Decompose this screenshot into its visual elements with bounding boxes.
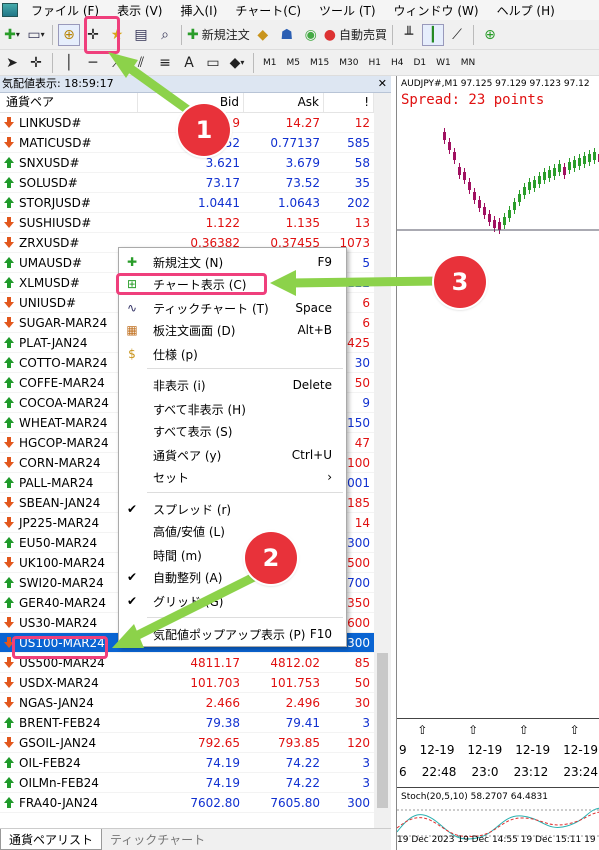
- annotation-arrows: [108, 52, 441, 648]
- callout-step-1: 1: [178, 104, 230, 156]
- callout-step-2: 2: [245, 532, 297, 584]
- callout-step-3: 3: [434, 256, 486, 308]
